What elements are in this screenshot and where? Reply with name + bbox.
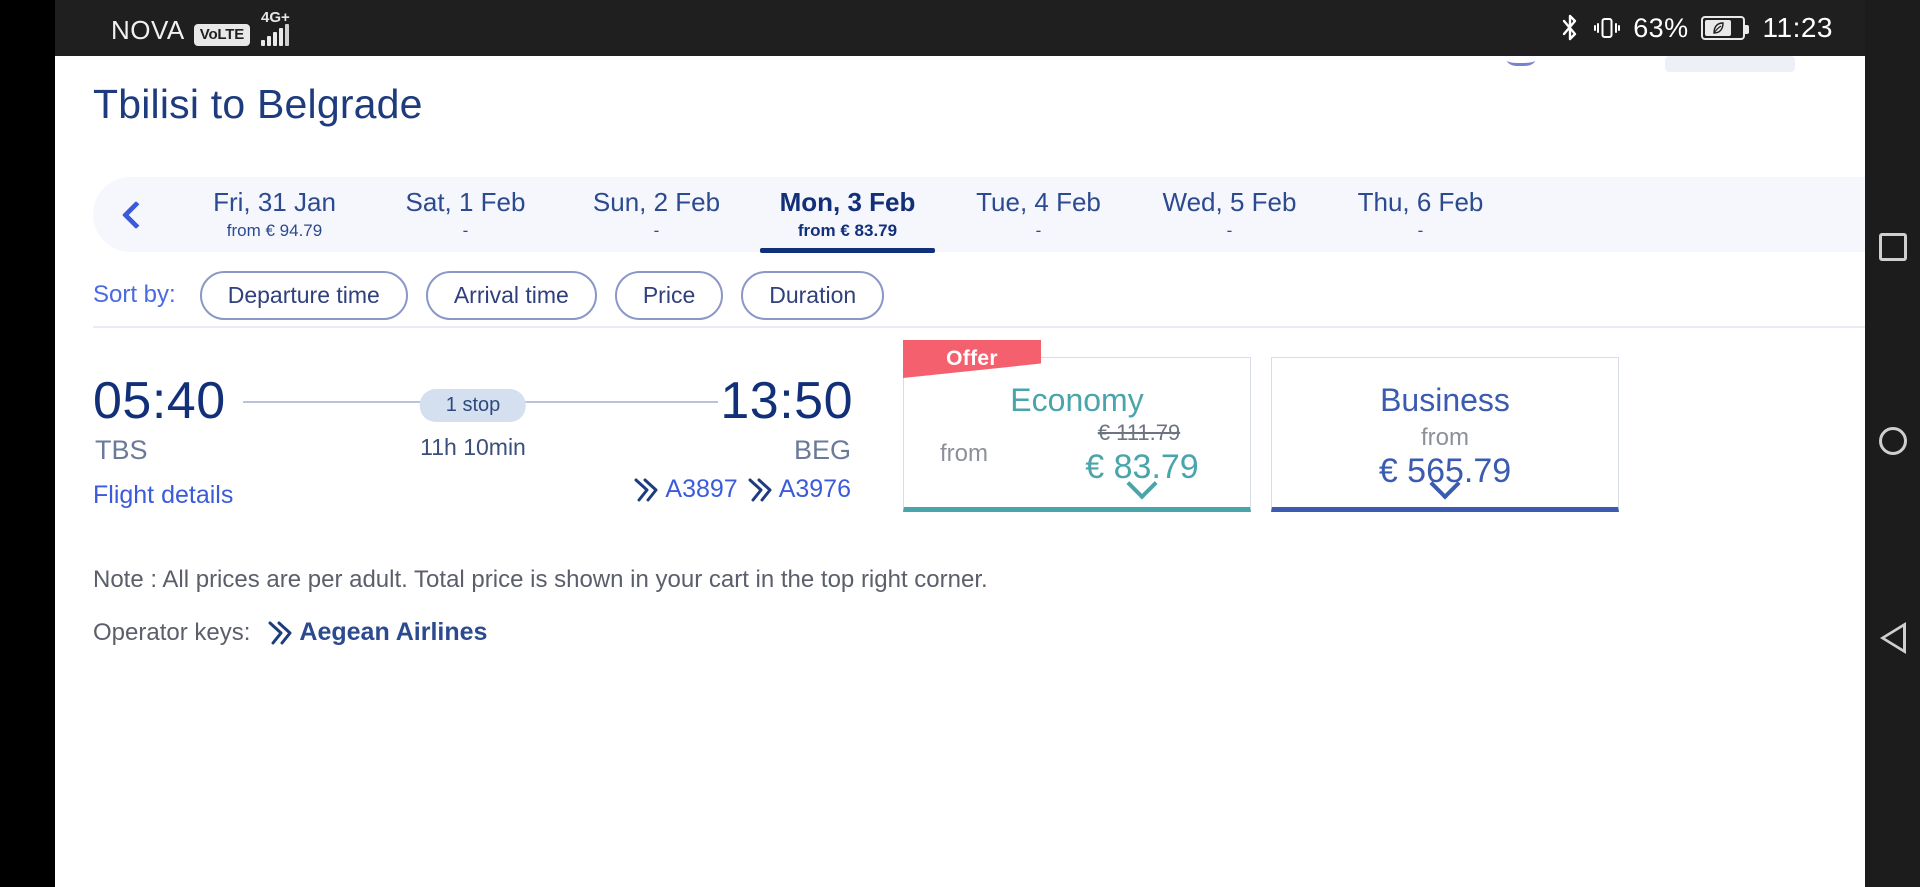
date-label: Tue, 4 Feb: [976, 186, 1101, 217]
flight-numbers: A3897 A3976: [634, 475, 851, 504]
flight-number-label: A3976: [778, 475, 851, 503]
date-price: -: [1226, 221, 1233, 241]
flight-number-1[interactable]: A3976: [748, 475, 851, 504]
network-type-label: 4G+: [261, 9, 290, 26]
sort-by-label: Sort by:: [93, 281, 176, 308]
fare-old-price: € 111.79: [1097, 420, 1181, 445]
flight-number-0[interactable]: A3897: [634, 475, 738, 504]
date-label: Thu, 6 Feb: [1357, 186, 1484, 217]
fare-card-business[interactable]: Business from € 565.79: [1271, 357, 1619, 512]
status-bar-left: NOVA VoLTE 4G+: [111, 10, 290, 46]
date-prev-button[interactable]: [93, 177, 179, 252]
date-price: from € 83.79: [797, 221, 898, 241]
expand-business-button[interactable]: [1272, 468, 1618, 500]
operator-key-aegean: Aegean Airlines: [268, 618, 487, 647]
date-label: Sun, 2 Feb: [592, 186, 721, 217]
android-nav-bar: [1865, 0, 1920, 887]
operator-keys-label: Operator keys:: [93, 618, 251, 646]
date-item-3-selected[interactable]: Mon, 3 Feb from € 83.79: [752, 177, 943, 253]
flight-details-link[interactable]: Flight details: [93, 481, 233, 510]
fare-card-economy[interactable]: Offer Economy from € 111.79 € 83.79: [903, 340, 1251, 512]
app-content: Tbilisi to Belgrade Fri, 31 Jan from € 9…: [55, 56, 1865, 887]
date-price: from € 94.79: [226, 221, 323, 241]
status-bar-right: 63% 11:23: [1559, 12, 1833, 44]
chevron-down-icon: [1429, 468, 1461, 500]
aegean-chevron-icon: [268, 620, 292, 646]
network-indicator: 4G+: [261, 10, 290, 46]
stops-badge: 1 stop: [419, 389, 527, 422]
sort-option-duration[interactable]: Duration: [741, 270, 885, 320]
battery-percent-label: 63%: [1633, 12, 1689, 43]
bluetooth-icon: [1559, 13, 1581, 43]
flight-result-row: 05:40 TBS Flight details 1 stop 11h 10mi…: [55, 340, 1865, 551]
volte-icon: VoLTE: [193, 24, 251, 46]
departure-airport-code: TBS: [95, 435, 148, 465]
date-price: -: [462, 221, 469, 241]
arrival-airport-code: BEG: [793, 435, 851, 465]
date-label: Sat, 1 Feb: [405, 186, 526, 217]
sort-bar: Sort by: Departure time Arrival time Pri…: [93, 264, 885, 326]
clock-label: 11:23: [1762, 12, 1833, 43]
status-bar: NOVA VoLTE 4G+ 63% 11:23: [55, 0, 1865, 56]
section-divider: [93, 326, 1865, 328]
vibrate-icon: [1593, 14, 1621, 42]
page-title: Tbilisi to Belgrade: [93, 81, 423, 127]
date-price: -: [653, 221, 660, 241]
back-button[interactable]: [1879, 621, 1906, 654]
flight-duration: 11h 10min: [420, 434, 526, 460]
date-item-0[interactable]: Fri, 31 Jan from € 94.79: [179, 177, 370, 252]
date-price: -: [1035, 221, 1042, 241]
phone-screen: NOVA VoLTE 4G+ 63% 11:23 Tbilisi to Belg…: [0, 0, 1920, 887]
fare-from-label: from: [1421, 424, 1469, 451]
date-item-6[interactable]: Thu, 6 Feb -: [1325, 177, 1516, 252]
carrier-label: NOVA: [111, 15, 185, 45]
date-item-5[interactable]: Wed, 5 Feb -: [1134, 177, 1325, 252]
date-item-2[interactable]: Sun, 2 Feb -: [561, 177, 752, 252]
fare-name-economy: Economy: [1010, 382, 1144, 418]
departure-time: 05:40: [93, 372, 226, 430]
date-item-1[interactable]: Sat, 1 Feb -: [370, 177, 561, 252]
operator-keys-row: Operator keys: Aegean Airlines: [93, 618, 487, 647]
date-item-4[interactable]: Tue, 4 Feb -: [943, 177, 1134, 252]
partial-top-pill: [1665, 56, 1795, 72]
price-note: Note : All prices are per adult. Total p…: [93, 566, 988, 593]
signal-bars-icon: [261, 24, 290, 46]
partial-chevron-icon: [1507, 56, 1535, 66]
operator-name: Aegean Airlines: [299, 618, 488, 646]
sort-option-arrival-time[interactable]: Arrival time: [425, 270, 597, 320]
date-selector: Fri, 31 Jan from € 94.79 Sat, 1 Feb - Su…: [93, 177, 1865, 253]
date-label: Wed, 5 Feb: [1162, 186, 1297, 217]
arrival-time: 13:50: [720, 372, 853, 430]
date-label: Fri, 31 Jan: [213, 186, 336, 217]
left-bezel: [0, 0, 55, 887]
flight-number-label: A3897: [665, 475, 738, 503]
offer-badge: Offer: [903, 340, 1041, 378]
fare-name-business: Business: [1380, 382, 1510, 418]
fare-from-label: from: [940, 440, 988, 467]
aegean-chevron-icon: [634, 477, 658, 503]
recents-button[interactable]: [1878, 233, 1907, 262]
home-button[interactable]: [1878, 427, 1907, 456]
sort-option-price[interactable]: Price: [614, 270, 724, 320]
expand-economy-button[interactable]: [904, 468, 1250, 500]
chevron-down-icon: [1126, 468, 1158, 500]
date-label: Mon, 3 Feb: [779, 186, 916, 217]
date-price: -: [1417, 221, 1424, 241]
aegean-chevron-icon: [748, 477, 772, 503]
sort-option-departure-time[interactable]: Departure time: [199, 270, 408, 320]
battery-saver-icon: [1700, 16, 1749, 40]
chevron-left-icon: [121, 200, 151, 229]
